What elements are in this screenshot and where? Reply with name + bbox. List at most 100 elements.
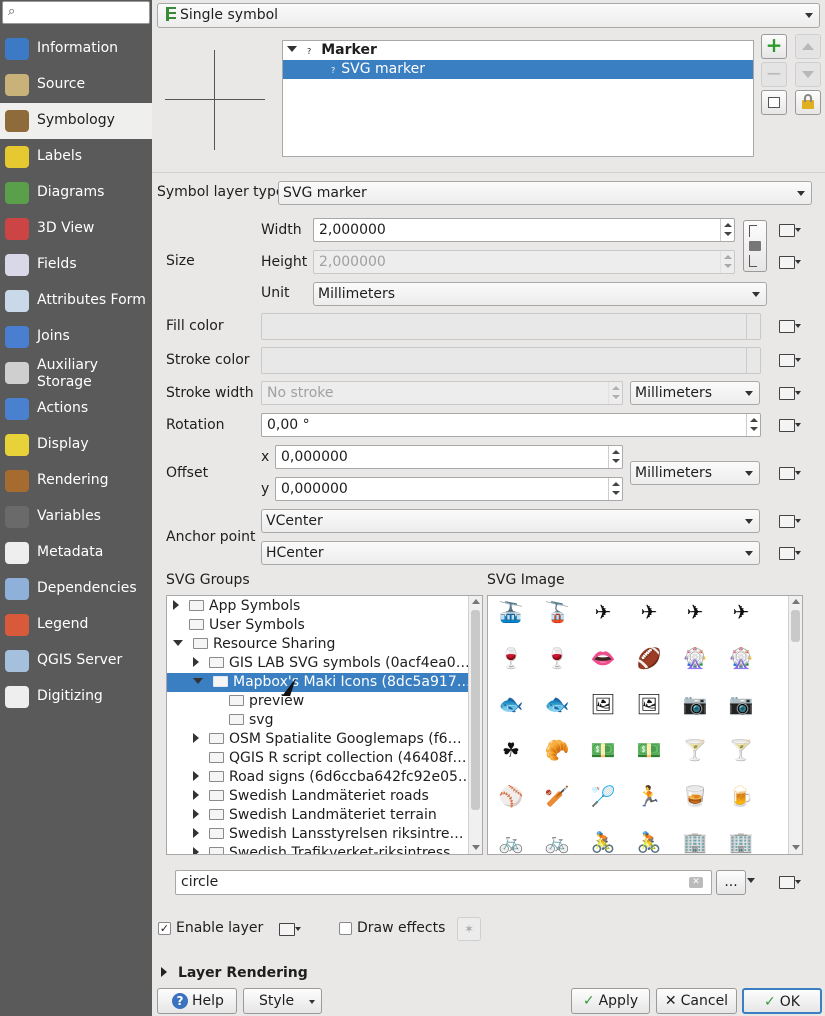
data-defined-fill-icon[interactable] xyxy=(776,316,801,336)
svg-group-item[interactable]: preview xyxy=(167,692,468,711)
svg-group-item[interactable]: Swedish Trafikverket-riksintress… xyxy=(167,844,468,854)
data-defined-enable-icon[interactable] xyxy=(276,919,301,939)
attraction-icon[interactable]: 📷 xyxy=(680,689,710,719)
alcohol-shop-large-icon[interactable]: 🍷 xyxy=(542,643,572,673)
sidebar-item-auxiliary-storage[interactable]: Auxiliary Storage xyxy=(0,355,152,391)
expand-icon[interactable] xyxy=(193,809,199,819)
aquarium-icon[interactable]: 🐟 xyxy=(496,689,526,719)
airfield-icon[interactable]: ✈ xyxy=(588,597,618,627)
bar-icon[interactable]: 🍸 xyxy=(680,735,710,765)
rotation-spinner[interactable] xyxy=(746,414,760,436)
svg-group-item[interactable]: svg xyxy=(167,711,468,730)
attraction-large-icon[interactable]: 📷 xyxy=(726,689,756,719)
height-spinner[interactable] xyxy=(720,251,734,273)
baseball-icon[interactable]: ⚾ xyxy=(496,781,526,811)
width-spinner[interactable] xyxy=(720,219,734,241)
move-down-button[interactable] xyxy=(795,62,821,87)
aquarium-large-icon[interactable]: 🐟 xyxy=(542,689,572,719)
badminton-icon[interactable]: 🏸 xyxy=(588,781,618,811)
sidebar-item-display[interactable]: Display xyxy=(0,427,152,463)
move-up-button[interactable] xyxy=(795,34,821,59)
expand-icon[interactable] xyxy=(193,771,199,781)
expand-icon[interactable] xyxy=(193,657,199,667)
amusement-park-icon[interactable]: 🎡 xyxy=(680,643,710,673)
browse-button[interactable]: ... xyxy=(716,870,746,895)
bank-large-icon[interactable]: 💵 xyxy=(634,735,664,765)
data-defined-rotation-icon[interactable] xyxy=(776,415,801,435)
svg-group-item[interactable]: GIS LAB SVG symbols (0acf4ea0… xyxy=(167,654,470,673)
offset-y-input[interactable]: 0,000000 xyxy=(275,477,623,501)
sidebar-item-metadata[interactable]: Metadata xyxy=(0,535,152,571)
data-defined-svg-icon[interactable] xyxy=(776,872,801,892)
expand-icon[interactable] xyxy=(193,847,199,854)
style-button[interactable]: Style xyxy=(243,988,322,1014)
svg-group-item[interactable]: OSM Spatialite Googlemaps (f6… xyxy=(167,730,468,749)
symbol-layer-tree[interactable]: ? Marker ? SVG marker xyxy=(282,40,754,157)
sidebar-item-3d-view[interactable]: 3D View xyxy=(0,211,152,247)
data-defined-hanchor-icon[interactable] xyxy=(776,543,801,563)
sidebar-item-source[interactable]: Source xyxy=(0,67,152,103)
svg-image-scrollbar[interactable] xyxy=(788,596,802,854)
art-gallery-large-icon[interactable]: 🖼 xyxy=(634,689,664,719)
svg-image-grid[interactable]: 🚠 🚡 ✈ ✈ ✈ ✈ 🍷 🍷 👄 🏈 🎡 🎡 🐟 🐟 🖼 🖼 📷 📷 ☘ 🥐 💵 💵 🍸 🍸 ⚾ 🏏 🏸 🏃 🥃 🍺 🚲 🚲 🚴 🚴 🏢 🏢 xyxy=(487,595,803,855)
renderer-select[interactable]: Single symbol xyxy=(157,3,820,28)
effects-star-icon[interactable]: ✶ xyxy=(457,917,481,941)
aerialway-icon[interactable]: 🚠 xyxy=(496,597,526,627)
beer-large-icon[interactable]: 🍺 xyxy=(726,781,756,811)
enable-layer-checkbox[interactable]: ✓ xyxy=(158,922,171,935)
sidebar-item-qgis-server[interactable]: QGIS Server xyxy=(0,643,152,679)
stroke-width-input[interactable]: No stroke xyxy=(261,381,623,405)
sidebar-item-joins[interactable]: Joins xyxy=(0,319,152,355)
scroll-thumb[interactable] xyxy=(471,610,480,810)
bicycle-icon[interactable]: 🚲 xyxy=(496,827,526,854)
svg-group-item[interactable]: Road signs (6d6ccba642fc92e05… xyxy=(167,768,472,787)
lock-layer-button[interactable] xyxy=(795,90,821,115)
airfield-large-icon[interactable]: ✈ xyxy=(634,597,664,627)
apply-button[interactable]: ✓ Apply xyxy=(571,988,650,1014)
sidebar-item-attributes-form[interactable]: Attributes Form xyxy=(0,283,152,319)
draw-effects-checkbox[interactable] xyxy=(339,922,352,935)
add-layer-button[interactable]: + xyxy=(761,34,787,59)
svg-group-item[interactable]: Swedish Landmäteriet terrain xyxy=(167,806,468,825)
remove-layer-button[interactable]: − xyxy=(761,62,787,87)
bar-large-icon[interactable]: 🍸 xyxy=(726,735,756,765)
collapse-icon[interactable] xyxy=(173,640,183,646)
airport-large-icon[interactable]: ✈ xyxy=(726,597,756,627)
layer-rendering-header[interactable]: Layer Rendering xyxy=(178,965,308,981)
cancel-button[interactable]: ✕ Cancel xyxy=(656,988,737,1014)
airport-icon[interactable]: ✈ xyxy=(680,597,710,627)
cycling-large-icon[interactable]: 🚴 xyxy=(634,827,664,854)
stroke-width-spinner[interactable] xyxy=(608,382,622,404)
offset-x-spinner[interactable] xyxy=(608,446,622,468)
sidebar-item-variables[interactable]: Variables xyxy=(0,499,152,535)
rotation-input[interactable]: 0,00 ° xyxy=(261,413,761,437)
aerialway-large-icon[interactable]: 🚡 xyxy=(542,597,572,627)
expand-rendering-icon[interactable] xyxy=(161,967,167,977)
sidebar-search-input[interactable]: ⌕ xyxy=(2,1,150,24)
america-football-icon[interactable]: 👄 xyxy=(588,643,618,673)
bakery-icon[interactable]: ☘ xyxy=(496,735,526,765)
data-defined-vanchor-icon[interactable] xyxy=(776,511,801,531)
sidebar-item-digitizing[interactable]: Digitizing xyxy=(0,679,152,715)
height-input[interactable]: 2,000000 xyxy=(313,250,735,274)
svg-group-item[interactable]: Resource Sharing xyxy=(167,635,468,654)
ok-button[interactable]: ✓ OK xyxy=(742,988,822,1014)
anchor-vertical-select[interactable]: VCenter xyxy=(261,509,760,533)
building-large-icon[interactable]: 🏢 xyxy=(726,827,756,854)
svg-group-item[interactable]: App Symbols xyxy=(167,597,468,616)
data-defined-height-icon[interactable] xyxy=(776,252,801,272)
svg-group-item[interactable]: Swedish Landmäteriet roads xyxy=(167,787,468,806)
sidebar-item-information[interactable]: Information xyxy=(0,31,152,67)
svg-group-item[interactable]: User Symbols xyxy=(167,616,468,635)
sidebar-item-dependencies[interactable]: Dependencies xyxy=(0,571,152,607)
sidebar-item-fields[interactable]: Fields xyxy=(0,247,152,283)
beer-icon[interactable]: 🥃 xyxy=(680,781,710,811)
stroke-color-button[interactable] xyxy=(261,347,761,374)
fill-color-button[interactable] xyxy=(261,313,761,340)
size-unit-select[interactable]: Millimeters xyxy=(313,282,767,306)
scroll-thumb[interactable] xyxy=(791,610,800,642)
bank-icon[interactable]: 💵 xyxy=(588,735,618,765)
art-gallery-icon[interactable]: 🖼 xyxy=(588,689,618,719)
help-button[interactable]: ? Help xyxy=(157,988,237,1014)
alcohol-shop-icon[interactable]: 🍷 xyxy=(496,643,526,673)
